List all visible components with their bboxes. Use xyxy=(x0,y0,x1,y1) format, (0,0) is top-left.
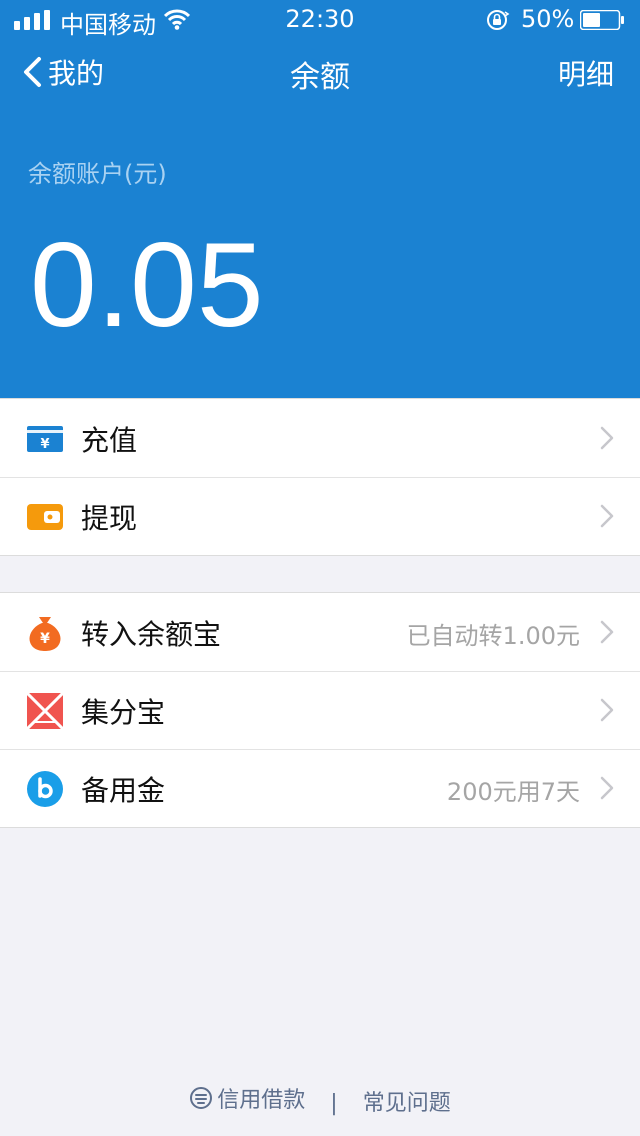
chevron-right-icon xyxy=(600,620,614,644)
footer-links: 信用借款 | 常见问题 xyxy=(0,1082,640,1117)
list-item-label: 集分宝 xyxy=(81,696,166,729)
credit-loan-label: 信用借款 xyxy=(217,1088,306,1113)
list-item-label: 转入余额宝 xyxy=(81,618,222,651)
list-item-yuebao[interactable]: ¥ 转入余额宝 已自动转1.00元 xyxy=(0,593,640,671)
battery-icon xyxy=(580,10,624,30)
credit-loan-link[interactable]: 信用借款 xyxy=(189,1082,305,1114)
list-item-beiyongjin[interactable]: 备用金 200元用7天 xyxy=(0,749,640,827)
balance-label: 余额账户(元) xyxy=(28,160,167,188)
page-title: 余额 xyxy=(290,60,350,95)
recharge-icon: ¥ xyxy=(27,426,63,452)
rotation-lock-icon xyxy=(487,10,510,30)
money-bag-icon: ¥ xyxy=(29,617,61,651)
details-button[interactable]: 明细 xyxy=(558,53,614,93)
svg-text:¥: ¥ xyxy=(40,437,49,452)
beiyongjin-icon xyxy=(27,771,63,807)
balance-header: 中国移动 22:30 50% 我的 余额 明细 余额账户(元) 0.05 xyxy=(0,0,640,398)
list-item-label: 备用金 xyxy=(81,774,166,807)
faq-link[interactable]: 常见问题 xyxy=(363,1085,451,1117)
status-bar: 中国移动 22:30 50% xyxy=(0,0,640,40)
chevron-right-icon xyxy=(600,504,614,528)
jifenbao-icon xyxy=(26,692,64,730)
list-item-label: 提现 xyxy=(81,502,138,535)
footer-separator: | xyxy=(330,1091,338,1116)
chevron-right-icon xyxy=(600,698,614,722)
list-item-jifenbao[interactable]: 集分宝 xyxy=(0,671,640,749)
reserve-fund-offer: 200元用7天 xyxy=(446,778,580,806)
list-item-label: 充值 xyxy=(81,424,138,457)
list-item-recharge[interactable]: ¥ 充值 xyxy=(0,399,640,477)
chevron-right-icon xyxy=(600,776,614,800)
balance-amount: 0.05 xyxy=(30,218,264,352)
battery-percent: 50% xyxy=(521,5,575,33)
svg-text:¥: ¥ xyxy=(40,631,50,647)
funds-actions-list: ¥ 充值 提现 xyxy=(0,398,640,556)
credit-loan-icon xyxy=(190,1087,213,1109)
wallet-icon xyxy=(27,504,63,530)
list-item-withdraw[interactable]: 提现 xyxy=(0,477,640,555)
chevron-right-icon xyxy=(600,426,614,450)
navigation-bar: 我的 余额 明细 xyxy=(0,40,640,104)
wealth-services-list: ¥ 转入余额宝 已自动转1.00元 集分宝 备用金 200元用7天 xyxy=(0,592,640,828)
auto-transfer-status: 已自动转1.00元 xyxy=(406,622,580,650)
